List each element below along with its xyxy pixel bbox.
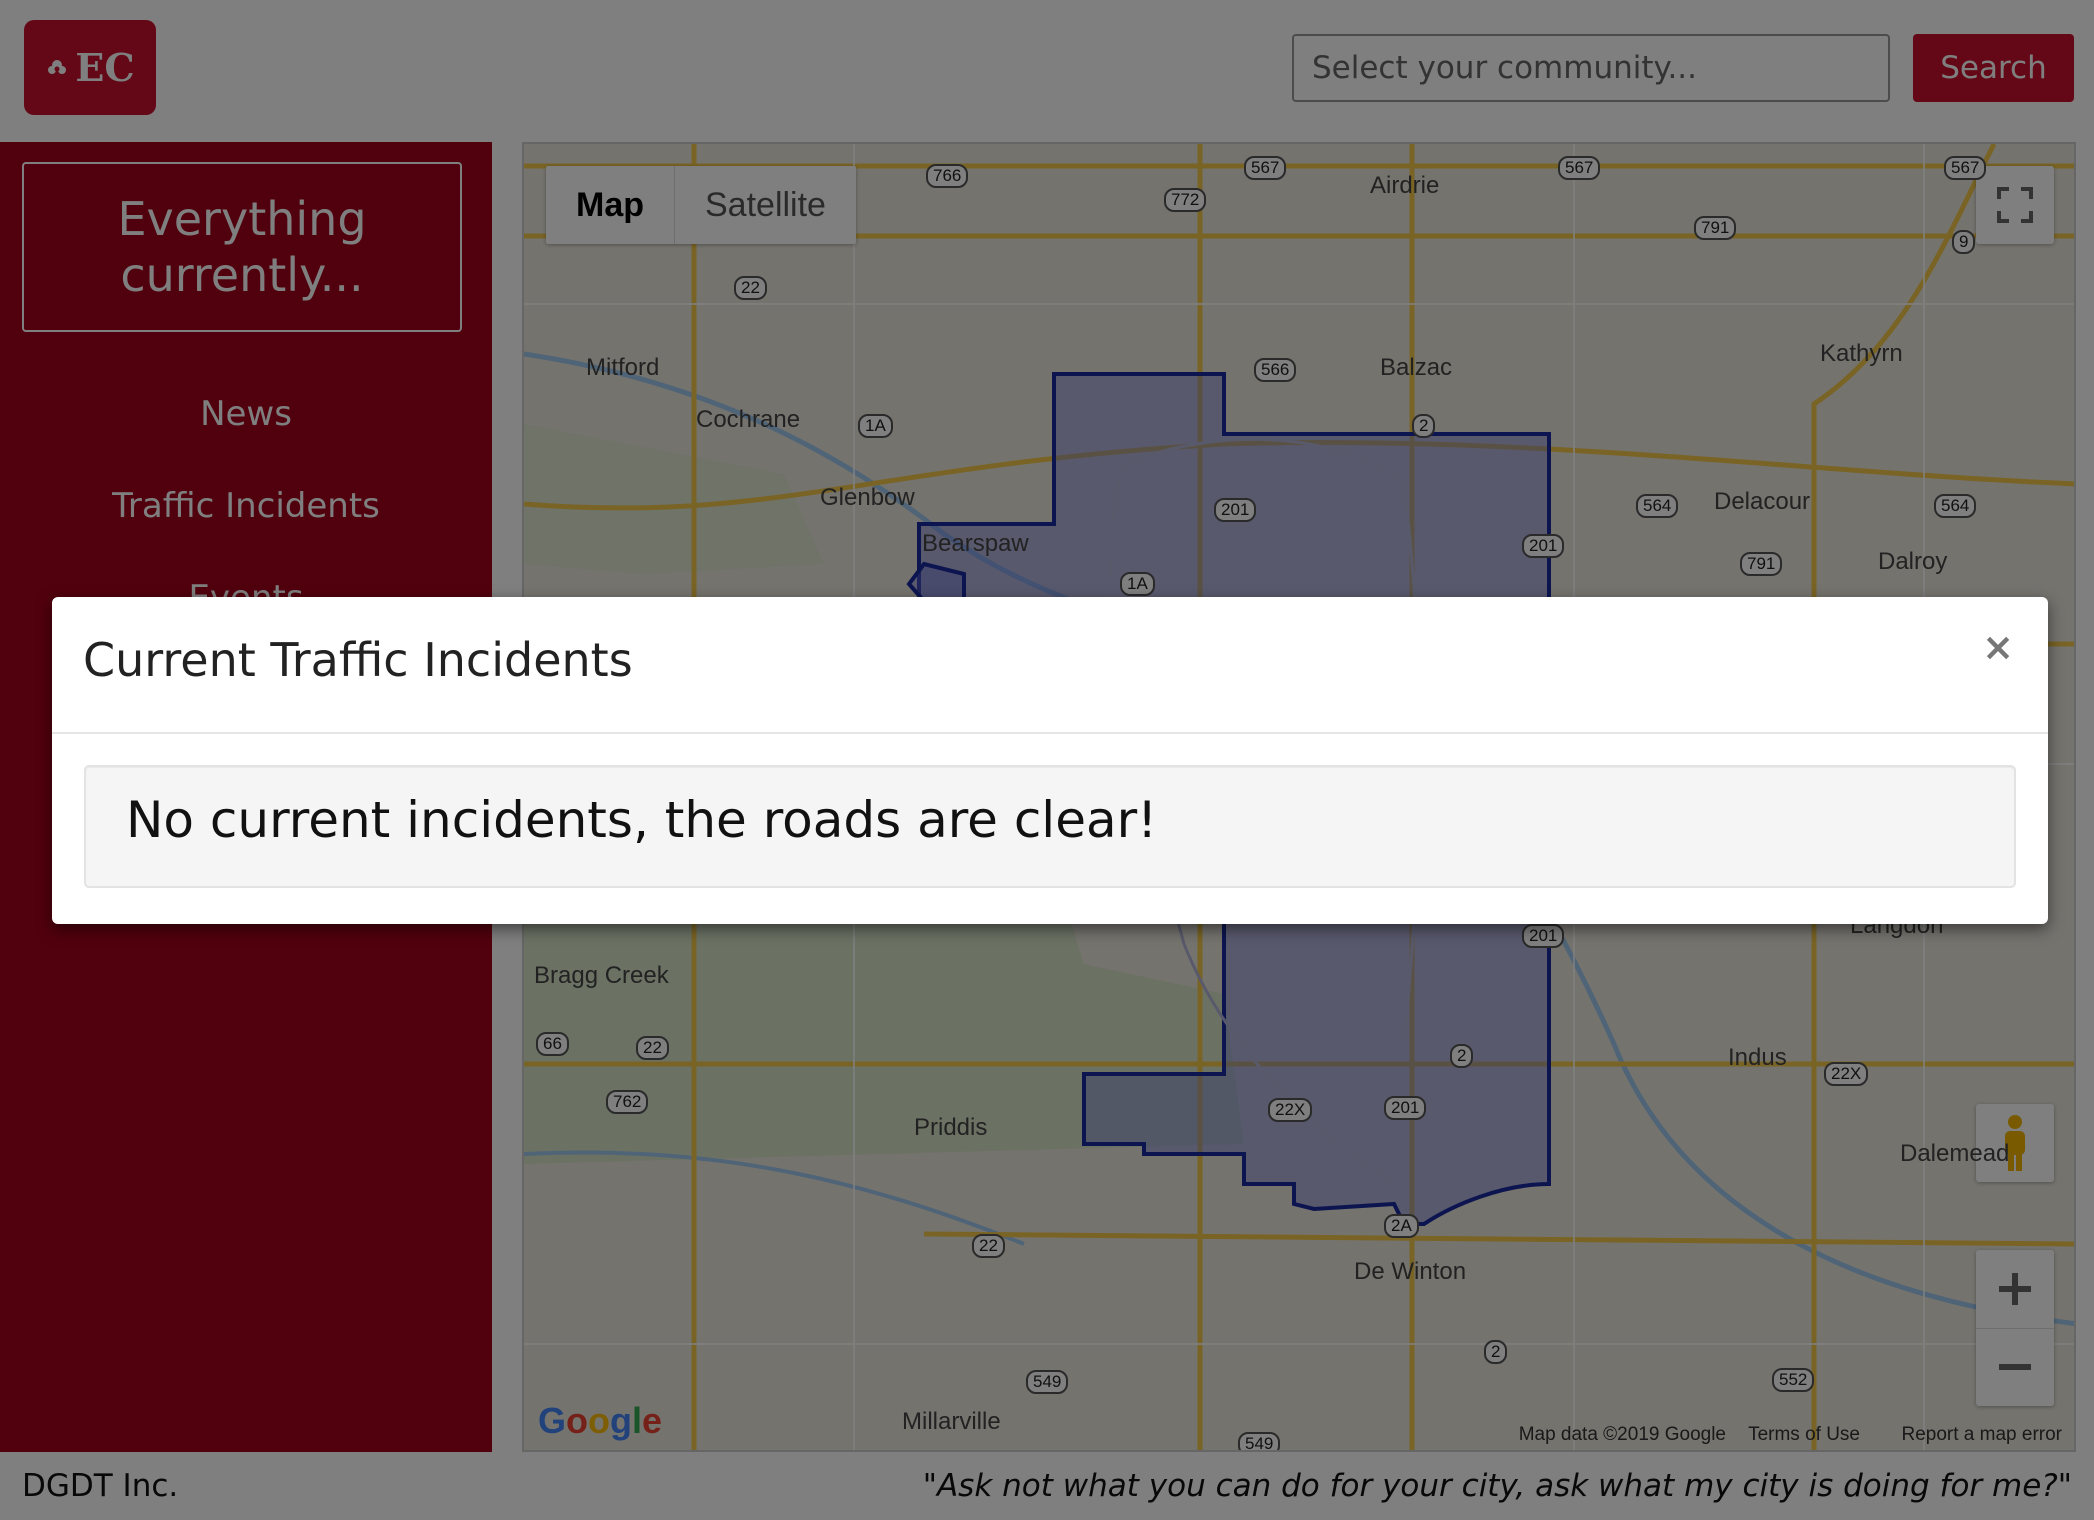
no-incidents-message: No current incidents, the roads are clea…	[126, 791, 1158, 849]
modal-divider	[52, 732, 2048, 734]
incidents-well: No current incidents, the roads are clea…	[84, 765, 2016, 888]
close-icon[interactable]: ×	[1982, 625, 2014, 669]
traffic-incidents-modal: Current Traffic Incidents × No current i…	[52, 597, 2048, 924]
modal-title: Current Traffic Incidents	[83, 633, 633, 687]
